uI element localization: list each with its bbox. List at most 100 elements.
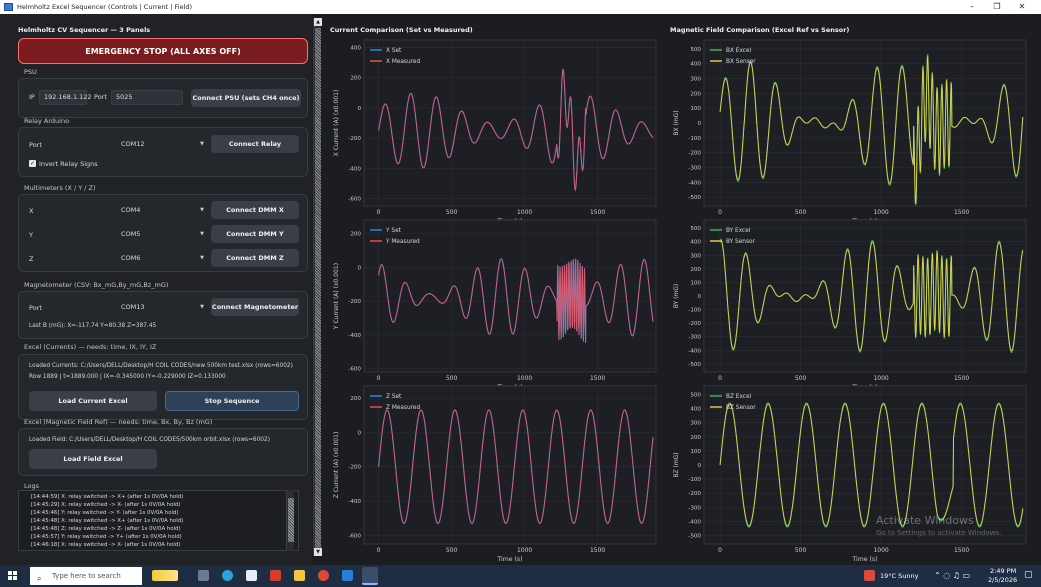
- legend-label: BZ Sensor: [726, 405, 756, 411]
- weather-text[interactable]: 19°C Sunny: [880, 572, 918, 580]
- x-tick-label: 500: [446, 375, 458, 382]
- plots-canvas[interactable]: 050010001500-600-400-2000200400Time (s)X…: [322, 14, 1041, 565]
- psu-panel: IP 192.168.1.122 Port 5025 Connect PSU (…: [18, 78, 308, 118]
- y-tick-label: -300: [688, 505, 701, 511]
- edge-icon[interactable]: [222, 570, 233, 581]
- x-tick-label: 0: [377, 209, 381, 216]
- y-tick-label: -200: [688, 491, 701, 497]
- mag-port-select[interactable]: COM13 ▼: [119, 300, 207, 315]
- relay-port-select[interactable]: COM12 ▼: [119, 137, 207, 152]
- y-tick-label: 0: [697, 121, 701, 127]
- ip-input[interactable]: 192.168.1.122: [39, 90, 92, 105]
- y-tick-label: 400: [350, 46, 361, 52]
- chart-3: 0 500 1000 1500 -600 -400 -200 0 200 Time (s) Z Cu…: [333, 385, 657, 563]
- y-tick-label: -400: [348, 333, 361, 339]
- dmm-y-label: Y: [29, 231, 33, 239]
- x-tick-label: 0: [718, 209, 722, 216]
- y-axis-label: BY (mG): [673, 284, 680, 309]
- task-view-icon[interactable]: [198, 570, 209, 581]
- connect-dmm-z-button[interactable]: Connect DMM Z: [211, 249, 299, 267]
- chrome-icon[interactable]: [318, 570, 329, 581]
- connect-psu-button[interactable]: Connect PSU (sets CH4 once): [191, 89, 301, 107]
- y-tick-label: -500: [688, 195, 701, 201]
- scroll-up-icon[interactable]: ▲: [314, 18, 322, 26]
- y-tick-label: 200: [690, 91, 701, 97]
- vscode-icon[interactable]: [342, 570, 353, 581]
- x-tick-label: 500: [795, 375, 807, 382]
- legend-label: X Set: [386, 48, 402, 54]
- y-tick-label: 100: [690, 280, 701, 286]
- log-view[interactable]: [14:44:59] X: relay switched -> X+ (afte…: [18, 490, 299, 551]
- maximize-button[interactable]: ❐: [985, 0, 1009, 14]
- invert-relay-checkbox[interactable]: ✓: [29, 160, 36, 167]
- python-app-icon[interactable]: [362, 567, 378, 585]
- x-tick-label: 1000: [517, 209, 532, 216]
- acrobat-icon[interactable]: [270, 570, 281, 581]
- legend-label: BY Excel: [726, 228, 751, 234]
- log-scrollbar-thumb[interactable]: [288, 498, 294, 542]
- y-tick-label: 400: [690, 240, 701, 246]
- y-tick-label: 500: [690, 226, 701, 232]
- x-tick-label: 0: [718, 547, 722, 554]
- y-tick-label: -600: [348, 196, 361, 202]
- legend-label: BZ Excel: [726, 394, 752, 400]
- panel-scrollbar[interactable]: ▲ ▼: [313, 18, 322, 556]
- legend-label: Y Set: [385, 228, 402, 234]
- log-scrollbar[interactable]: [286, 490, 294, 551]
- taskbar-search-input[interactable]: ⌕ Type here to search: [30, 567, 142, 585]
- dmm-z-label: Z: [29, 255, 34, 263]
- dmm-x-label: X: [29, 207, 34, 215]
- y-tick-label: 200: [690, 267, 701, 273]
- chart-2: 050010001500-600-400-2000200Time (s)Y Cu…: [333, 219, 657, 391]
- x-tick-label: 1500: [954, 547, 969, 554]
- x-tick-label: 1500: [590, 547, 605, 554]
- legend-label: Z Set: [386, 394, 402, 400]
- clock-time[interactable]: 2:49 PM: [990, 567, 1016, 575]
- stop-sequence-button[interactable]: Stop Sequence: [165, 391, 299, 411]
- legend-label: BY Sensor: [726, 239, 756, 245]
- clock-date[interactable]: 2/5/2026: [988, 576, 1017, 584]
- windows-start-icon[interactable]: [8, 571, 18, 581]
- dmm-z-port-value: COM6: [121, 254, 141, 262]
- file-explorer-icon[interactable]: [294, 570, 305, 581]
- psu-port-input[interactable]: 5025: [111, 90, 183, 105]
- y-tick-label: -200: [688, 151, 701, 157]
- connect-dmm-y-button[interactable]: Connect DMM Y: [211, 225, 299, 243]
- y-tick-label: -300: [688, 335, 701, 341]
- y-tick-label: -600: [348, 533, 361, 539]
- row-status: Row 1889 | t=1889.000 | IX=-0.345000 IY=…: [29, 374, 226, 380]
- y-tick-label: 200: [350, 76, 361, 82]
- y-tick-label: -300: [688, 165, 701, 171]
- dmm-x-port-select[interactable]: COM4 ▼: [119, 203, 207, 218]
- tray-icons[interactable]: ⌃ ◌ ♫ ▭: [934, 571, 970, 580]
- store-icon[interactable]: [246, 570, 257, 581]
- connect-relay-button[interactable]: Connect Relay: [211, 135, 299, 153]
- x-tick-label: 0: [377, 375, 381, 382]
- y-tick-label: -200: [348, 136, 361, 142]
- chevron-down-icon: ▼: [200, 304, 204, 310]
- load-current-excel-button[interactable]: Load Current Excel: [29, 391, 157, 411]
- connect-dmm-x-button[interactable]: Connect DMM X: [211, 201, 299, 219]
- news-widget-icon[interactable]: [152, 570, 178, 581]
- notification-icon[interactable]: ▢: [1024, 570, 1033, 580]
- close-button[interactable]: ✕: [1010, 0, 1034, 14]
- legend-label: BX Excel: [726, 48, 752, 54]
- scroll-down-icon[interactable]: ▼: [314, 548, 322, 556]
- activation-watermark-hint: Go to Settings to activate Windows.: [876, 529, 1002, 537]
- minimize-button[interactable]: –: [960, 0, 984, 14]
- log-line: [14:46:18] X: relay switched -> X- (afte…: [31, 542, 181, 548]
- dmm-y-port-select[interactable]: COM5 ▼: [119, 227, 207, 242]
- x-tick-label: 500: [446, 547, 458, 554]
- panel-scrollbar-thumb[interactable]: [315, 28, 321, 548]
- emergency-stop-button[interactable]: EMERGENCY STOP (ALL AXES OFF): [18, 38, 308, 64]
- currents-section-title: Excel (Currents) — needs: time, IX, IY, …: [24, 343, 157, 351]
- chevron-down-icon: ▼: [200, 207, 204, 213]
- psu-port-label: Port: [94, 93, 107, 101]
- y-tick-label: -400: [688, 180, 701, 186]
- dmm-z-port-select[interactable]: COM6 ▼: [119, 251, 207, 266]
- connect-magnetometer-button[interactable]: Connect Magnetometer: [211, 298, 299, 316]
- y-tick-label: -200: [348, 465, 361, 471]
- load-field-excel-button[interactable]: Load Field Excel: [29, 449, 157, 469]
- y-axis-label: Y Current (A) (x0.001): [333, 263, 340, 330]
- weather-icon[interactable]: [864, 570, 875, 581]
